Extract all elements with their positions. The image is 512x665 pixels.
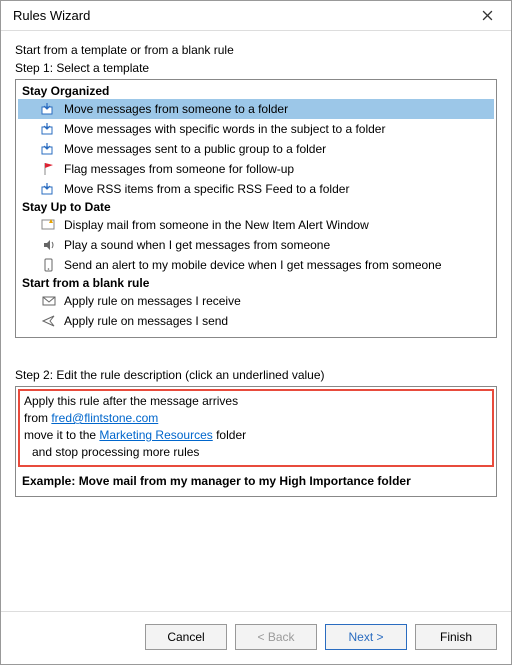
template-move-from-someone[interactable]: Move messages from someone to a folder	[18, 99, 494, 119]
template-label: Move RSS items from a specific RSS Feed …	[64, 180, 349, 198]
desc-line4: and stop processing more rules	[24, 444, 488, 461]
close-button[interactable]	[471, 4, 503, 28]
rule-description-box: Apply this rule after the message arrive…	[15, 386, 497, 497]
template-move-rss[interactable]: Move RSS items from a specific RSS Feed …	[18, 179, 494, 199]
template-flag-followup[interactable]: Flag messages from someone for follow-up	[18, 159, 494, 179]
finish-button[interactable]: Finish	[415, 624, 497, 650]
template-label: Send an alert to my mobile device when I…	[64, 256, 442, 274]
template-mobile-alert[interactable]: Send an alert to my mobile device when I…	[18, 255, 494, 275]
move-folder-icon	[40, 181, 58, 197]
from-link[interactable]: fred@flintstone.com	[51, 411, 158, 425]
template-label: Flag messages from someone for follow-up	[64, 160, 294, 178]
cancel-button[interactable]: Cancel	[145, 624, 227, 650]
move-folder-icon	[40, 121, 58, 137]
desc-line1: Apply this rule after the message arrive…	[24, 393, 488, 410]
dialog-body: Start from a template or from a blank ru…	[1, 31, 511, 611]
group-header-stay-up-to-date: Stay Up to Date	[18, 199, 494, 215]
templates-list: Stay Organized Move messages from someon…	[15, 79, 497, 338]
sound-icon	[40, 237, 58, 253]
group-header-blank-rule: Start from a blank rule	[18, 275, 494, 291]
template-label: Move messages from someone to a folder	[64, 100, 288, 118]
alert-window-icon	[40, 217, 58, 233]
back-button[interactable]: < Back	[235, 624, 317, 650]
next-button[interactable]: Next >	[325, 624, 407, 650]
template-label: Play a sound when I get messages from so…	[64, 236, 330, 254]
button-row: Cancel < Back Next > Finish	[1, 611, 511, 664]
template-label: Apply rule on messages I receive	[64, 292, 241, 310]
template-send-rule[interactable]: Apply rule on messages I send	[18, 311, 494, 331]
window-title: Rules Wizard	[13, 8, 90, 23]
step2-label: Step 2: Edit the rule description (click…	[15, 368, 497, 382]
close-icon	[482, 10, 493, 21]
template-label: Apply rule on messages I send	[64, 312, 228, 330]
intro-text: Start from a template or from a blank ru…	[15, 43, 497, 57]
template-receive-rule[interactable]: Apply rule on messages I receive	[18, 291, 494, 311]
highlighted-description: Apply this rule after the message arrive…	[18, 389, 494, 467]
step1-label: Step 1: Select a template	[15, 61, 497, 75]
move-folder-icon	[40, 141, 58, 157]
desc-line3: move it to the Marketing Resources folde…	[24, 427, 488, 444]
template-play-sound[interactable]: Play a sound when I get messages from so…	[18, 235, 494, 255]
send-icon	[40, 313, 58, 329]
titlebar: Rules Wizard	[1, 1, 511, 31]
rules-wizard-dialog: Rules Wizard Start from a template or fr…	[0, 0, 512, 665]
group-header-stay-organized: Stay Organized	[18, 83, 494, 99]
template-move-public-group[interactable]: Move messages sent to a public group to …	[18, 139, 494, 159]
template-label: Display mail from someone in the New Ite…	[64, 216, 369, 234]
template-label: Move messages with specific words in the…	[64, 120, 385, 138]
move-folder-icon	[40, 101, 58, 117]
example-text: Example: Move mail from my manager to my…	[22, 471, 490, 490]
folder-link[interactable]: Marketing Resources	[99, 428, 212, 442]
template-display-alert-window[interactable]: Display mail from someone in the New Ite…	[18, 215, 494, 235]
template-move-subject-words[interactable]: Move messages with specific words in the…	[18, 119, 494, 139]
flag-icon	[40, 161, 58, 177]
desc-line2: from fred@flintstone.com	[24, 410, 488, 427]
template-label: Move messages sent to a public group to …	[64, 140, 326, 158]
mobile-icon	[40, 257, 58, 273]
envelope-icon	[40, 293, 58, 309]
